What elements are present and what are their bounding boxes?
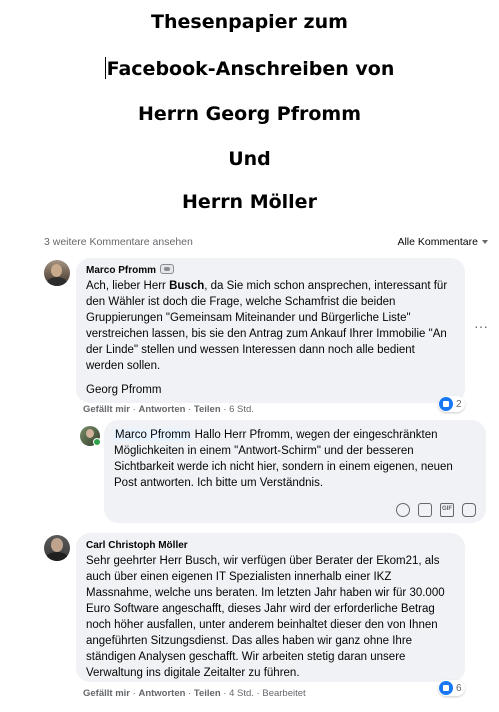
title-line-2: Facebook-Anschreiben von [0, 57, 499, 81]
text-cursor [104, 57, 106, 79]
sort-label: Alle Kommentare [397, 236, 478, 248]
comment-actions: Gefällt mir · Antworten · Teilen · 6 Std… [83, 404, 254, 415]
camera-icon[interactable] [418, 503, 432, 517]
bold-name: Busch [169, 280, 205, 292]
title-line-4: Und [228, 148, 271, 170]
avatar[interactable] [44, 535, 70, 561]
reaction-count: 6 [456, 682, 462, 694]
badge-icon [160, 264, 175, 274]
avatar[interactable] [44, 260, 70, 286]
reaction-summary[interactable]: 2 [438, 396, 465, 412]
title-line-1: Thesenpapier zum [151, 11, 348, 33]
share-link[interactable]: Teilen [194, 688, 221, 699]
mention-tag[interactable]: Marco Pfromm [114, 429, 192, 441]
online-status-icon [93, 438, 101, 446]
comment-author: Marco Pfromm [86, 264, 455, 278]
comment-bubble: Marco Pfromm Ach, lieber Herr Busch, da … [76, 258, 465, 403]
gif-icon[interactable]: GIF [440, 503, 454, 517]
author-link[interactable]: Marco Pfromm [86, 265, 156, 276]
reply-link[interactable]: Antworten [138, 688, 185, 699]
reaction-summary[interactable]: 6 [438, 680, 465, 696]
reaction-count: 2 [456, 398, 462, 410]
reply-text[interactable]: Marco Pfromm Hallo Herr Pfromm, wegen de… [114, 427, 476, 491]
composer-tools: GIF [396, 503, 476, 517]
comment-text: Sehr geehrter Herr Busch, wir verfügen ü… [86, 555, 445, 679]
title-line-5: Herrn Möller [182, 191, 317, 213]
timestamp[interactable]: 4 Std. [229, 688, 254, 699]
like-link[interactable]: Gefällt mir [83, 404, 130, 415]
comment-author[interactable]: Carl Christoph Möller [86, 539, 455, 553]
more-options-icon[interactable]: ··· [474, 318, 488, 334]
comment-actions: Gefällt mir · Antworten · Teilen · 4 Std… [83, 688, 306, 699]
more-comments-link[interactable]: 3 weitere Kommentare ansehen [44, 236, 193, 248]
comment-text: Ach, lieber Herr Busch, da Sie mich scho… [86, 280, 448, 372]
sticker-icon[interactable] [462, 503, 476, 517]
comment-bubble: Carl Christoph Möller Sehr geehrter Herr… [76, 533, 465, 682]
edited-label: Bearbeitet [262, 688, 306, 699]
reply-link[interactable]: Antworten [138, 404, 185, 415]
like-icon [439, 681, 453, 695]
emoji-icon[interactable] [396, 503, 410, 517]
chevron-down-icon [482, 240, 488, 244]
comments-header: 3 weitere Kommentare ansehen Alle Kommen… [44, 236, 488, 252]
comment-signature: Georg Pfromm [86, 384, 162, 396]
timestamp[interactable]: 6 Std. [229, 404, 254, 415]
like-link[interactable]: Gefällt mir [83, 688, 130, 699]
sort-comments-dropdown[interactable]: Alle Kommentare [397, 236, 488, 248]
share-link[interactable]: Teilen [194, 404, 221, 415]
title-line-3: Herrn Georg Pfromm [138, 103, 361, 125]
like-icon [439, 397, 453, 411]
title-line-2-text: Facebook-Anschreiben von [106, 58, 395, 80]
